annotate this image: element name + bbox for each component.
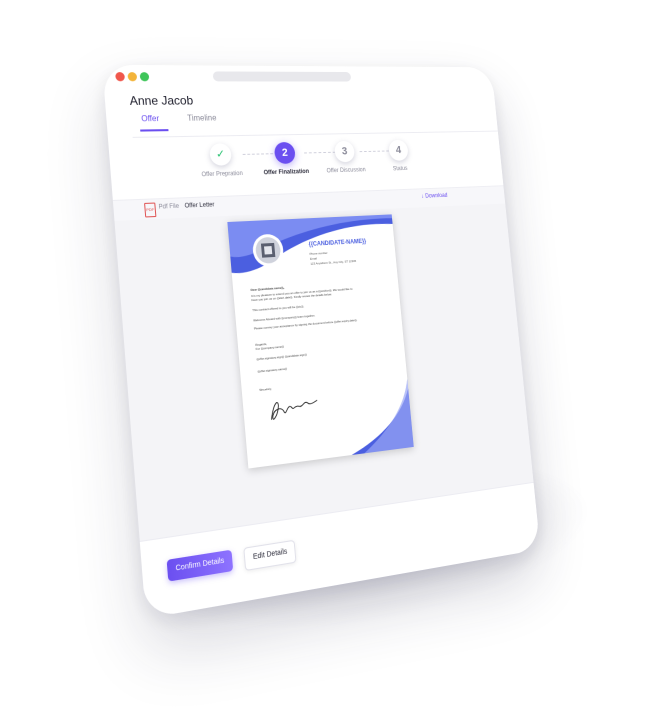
step-label: Status bbox=[392, 166, 408, 173]
email-line: Email bbox=[309, 256, 318, 261]
step-number: 4 bbox=[388, 139, 409, 161]
file-type: Pdf File bbox=[158, 203, 180, 211]
stage: Anne Jacob Offer Timeline ✓ Offer Prepra… bbox=[0, 0, 667, 714]
signature-icon bbox=[264, 390, 323, 427]
file-name: Offer Letter bbox=[184, 202, 215, 210]
tablet-window: Anne Jacob Offer Timeline ✓ Offer Prepra… bbox=[102, 64, 541, 619]
tab-bar: Offer Timeline bbox=[130, 110, 498, 138]
letter-line: Welcome Aboard with {{company}} team tog… bbox=[253, 313, 316, 323]
letter-header-banner bbox=[227, 214, 397, 274]
minimize-dot[interactable] bbox=[127, 72, 138, 82]
maximize-dot[interactable] bbox=[139, 72, 150, 82]
download-link[interactable]: ↓ Download bbox=[421, 193, 448, 200]
letter-corner-decoration bbox=[346, 378, 414, 456]
close-dot[interactable] bbox=[115, 72, 126, 82]
confirm-details-button[interactable]: Confirm Details bbox=[166, 549, 234, 582]
tab-offer[interactable]: Offer bbox=[138, 113, 169, 132]
download-label: Download bbox=[425, 192, 448, 200]
address-bar[interactable] bbox=[212, 71, 352, 82]
offer-letter-page: {{CANDIDATE-NAME}} Phone number Email 12… bbox=[227, 214, 414, 469]
step-number: 2 bbox=[273, 141, 296, 165]
window-titlebar bbox=[102, 65, 493, 88]
step-status[interactable]: 4 Status bbox=[359, 139, 439, 173]
pdf-file-icon: PDF bbox=[144, 202, 157, 218]
letter-line: {{offer.signatory.name}} bbox=[257, 366, 288, 374]
letter-line: This contract offered to you will be {{c… bbox=[252, 304, 305, 313]
letter-line: {{offer.signatory.sign}} {{candidate.sig… bbox=[256, 352, 307, 362]
page-title: Anne Jacob bbox=[129, 93, 194, 109]
step-number: 3 bbox=[333, 140, 356, 163]
tab-timeline[interactable]: Timeline bbox=[187, 113, 217, 128]
letter-closing: Sincerely, bbox=[259, 386, 272, 393]
check-icon: ✓ bbox=[209, 143, 233, 166]
edit-details-button[interactable]: Edit Details bbox=[243, 539, 297, 572]
